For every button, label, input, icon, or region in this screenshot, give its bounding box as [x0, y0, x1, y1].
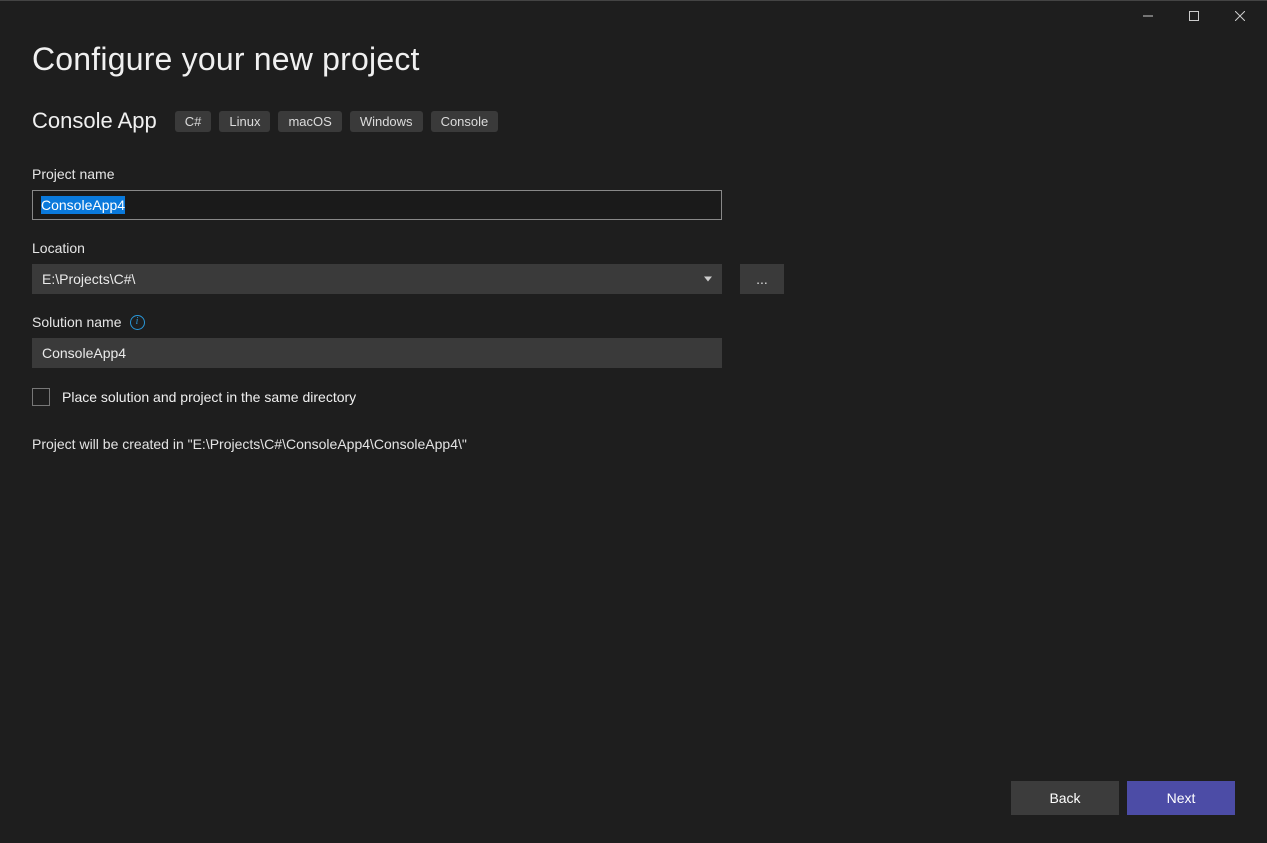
maximize-icon	[1189, 11, 1199, 21]
project-name-input[interactable]: ConsoleApp4	[32, 190, 722, 220]
tag-linux: Linux	[219, 111, 270, 132]
solution-name-group: Solution name i	[32, 314, 1235, 368]
minimize-icon	[1143, 11, 1153, 21]
back-button[interactable]: Back	[1011, 781, 1119, 815]
info-icon[interactable]: i	[130, 315, 145, 330]
tag-list: C# Linux macOS Windows Console	[175, 111, 499, 132]
dialog-footer: Back Next	[1011, 781, 1235, 815]
solution-name-label-text: Solution name	[32, 314, 122, 330]
template-name: Console App	[32, 108, 157, 134]
close-icon	[1235, 11, 1245, 21]
page-title: Configure your new project	[32, 41, 1235, 78]
project-name-label: Project name	[32, 166, 1235, 182]
same-directory-row: Place solution and project in the same d…	[32, 388, 1235, 406]
maximize-button[interactable]	[1171, 1, 1217, 31]
minimize-button[interactable]	[1125, 1, 1171, 31]
location-value: E:\Projects\C#\	[42, 271, 135, 287]
dialog-content: Configure your new project Console App C…	[0, 31, 1267, 843]
location-group: Location E:\Projects\C#\ ...	[32, 240, 1235, 294]
project-name-value: ConsoleApp4	[41, 196, 125, 214]
same-directory-checkbox[interactable]	[32, 388, 50, 406]
dialog-window: Configure your new project Console App C…	[0, 0, 1267, 843]
chevron-down-icon	[704, 277, 712, 282]
tag-csharp: C#	[175, 111, 212, 132]
location-combobox[interactable]: E:\Projects\C#\	[32, 264, 722, 294]
solution-name-label: Solution name i	[32, 314, 1235, 330]
next-button[interactable]: Next	[1127, 781, 1235, 815]
window-titlebar	[0, 1, 1267, 31]
tag-windows: Windows	[350, 111, 423, 132]
tag-console: Console	[431, 111, 499, 132]
close-button[interactable]	[1217, 1, 1263, 31]
location-label: Location	[32, 240, 1235, 256]
project-name-group: Project name ConsoleApp4	[32, 166, 1235, 220]
tag-macos: macOS	[278, 111, 341, 132]
subheader-row: Console App C# Linux macOS Windows Conso…	[32, 108, 1235, 134]
browse-button[interactable]: ...	[740, 264, 784, 294]
creation-path-note: Project will be created in "E:\Projects\…	[32, 436, 1235, 452]
same-directory-label: Place solution and project in the same d…	[62, 389, 356, 405]
solution-name-input[interactable]	[32, 338, 722, 368]
